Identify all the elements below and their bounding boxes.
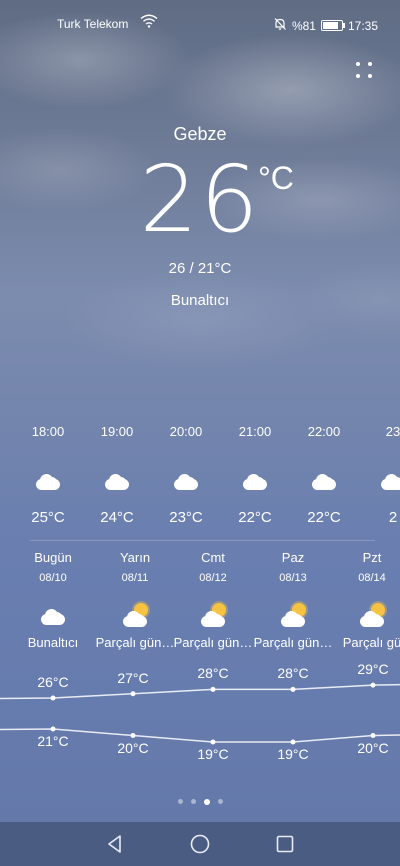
daily-item[interactable]: Yarın 08/11 Parçalı gün…	[93, 550, 177, 650]
high-temp-line-point	[370, 682, 376, 688]
low-temp-label: 20°C	[117, 739, 149, 756]
high-temp-label: 28°C	[277, 665, 309, 682]
cloud-part	[279, 610, 307, 628]
hourly-time: 20:00	[169, 424, 203, 439]
daily-item[interactable]: Bugün 08/10 Bunaltıcı	[11, 550, 95, 650]
battery-percent: %81	[291, 18, 316, 33]
daily-condition: Parçalı gün…	[253, 635, 333, 650]
hourly-item: 22:00 22°C	[294, 424, 354, 526]
page-dot	[217, 799, 223, 804]
daily-date: 08/13	[279, 572, 307, 584]
clock: 17:35	[347, 18, 378, 33]
hourly-item: 20:00 23°C	[156, 424, 216, 526]
hourly-temp: 25°C	[31, 509, 65, 526]
current-temperature-block: 26 °C	[0, 148, 400, 252]
low-temp-line-point	[50, 726, 56, 732]
divider	[30, 540, 375, 541]
navigation-bar	[0, 822, 400, 866]
home-button[interactable]	[189, 833, 211, 855]
status-bar: Turk Telekom %81 17:35	[0, 0, 400, 46]
daily-condition: Parçalı gün…	[95, 635, 175, 650]
high-temp-label: 28°C	[197, 665, 229, 682]
page-dot	[190, 799, 196, 804]
temperature-range: 26 / 21°C	[168, 260, 232, 277]
daily-day: Paz	[281, 550, 305, 565]
daily-day: Bugün	[34, 550, 72, 565]
daily-item[interactable]: Cmt 08/12 Parçalı gün…	[171, 550, 255, 650]
hourly-time: 18:00	[31, 424, 65, 439]
cloud-icon	[172, 473, 200, 491]
temperature-unit: °C	[258, 160, 294, 196]
high-temp-line-point	[290, 686, 296, 692]
hourly-item: 19:00 24°C	[87, 424, 147, 526]
mute-icon	[273, 17, 287, 34]
cloud-part	[358, 610, 386, 628]
current-temperature: 26	[139, 146, 261, 253]
hourly-item: 18:00 25°C	[18, 424, 78, 526]
cloud-icon	[39, 608, 67, 626]
low-temp-label: 21°C	[37, 733, 69, 749]
cloud-icon	[241, 473, 269, 491]
hourly-forecast[interactable]: 18:00 25°C 19:00 24°C 20:00 23°C 21:00 22°C 22:0…	[0, 424, 400, 544]
daily-day: Cmt	[201, 550, 225, 565]
low-temp-line-point	[130, 733, 136, 738]
city-name: Gebze	[173, 124, 227, 144]
low-temp-line-point	[370, 733, 376, 738]
daily-day: Pzt	[362, 550, 382, 565]
daily-day: Yarın	[119, 550, 151, 565]
daily-date: 08/12	[199, 572, 227, 584]
page-dot	[177, 799, 183, 804]
cloud-icon	[379, 473, 400, 491]
low-temp-line-point	[210, 739, 216, 745]
high-temp-label: 27°C	[117, 669, 149, 686]
high-temp-line-point	[130, 691, 136, 697]
low-temp-line-point	[290, 739, 296, 745]
cloud-icon	[310, 473, 338, 491]
daily-date: 08/14	[358, 572, 386, 584]
battery-icon	[320, 20, 345, 31]
daily-item[interactable]: Paz 08/13 Parçalı gün…	[251, 550, 335, 650]
back-button[interactable]	[104, 833, 126, 855]
partly-sunny-icon	[121, 602, 151, 628]
cloud-icon	[103, 473, 131, 491]
hourly-time: 22:00	[307, 424, 341, 439]
hourly-temp: 22°C	[307, 509, 341, 526]
hourly-time: 23	[385, 424, 400, 439]
daily-date: 08/11	[121, 572, 149, 584]
low-temp-label: 19°C	[277, 746, 309, 762]
daily-condition: Parçalı gün…	[173, 635, 253, 650]
hourly-item: 21:00 22°C	[225, 424, 285, 526]
hourly-temp: 2	[388, 509, 398, 526]
daily-condition: Parçalı gü	[342, 635, 400, 650]
high-temp-line-point	[210, 686, 216, 692]
cloud-part	[199, 610, 227, 628]
wifi-icon	[140, 14, 158, 31]
high-temp-label: 26°C	[37, 674, 69, 690]
page-indicator	[0, 798, 400, 805]
partly-sunny-icon	[358, 602, 388, 628]
low-temp-label: 19°C	[197, 746, 229, 762]
daily-item[interactable]: Pzt 08/14 Parçalı gü	[330, 550, 400, 650]
hourly-time: 21:00	[238, 424, 272, 439]
daily-date: 08/10	[39, 572, 67, 584]
page-dot	[203, 798, 210, 805]
cloud-part	[121, 610, 149, 628]
low-temp-label: 20°C	[357, 739, 389, 756]
partly-sunny-icon	[279, 602, 309, 628]
high-temp-line-point	[50, 695, 56, 701]
partly-sunny-icon	[199, 602, 229, 628]
hourly-time: 19:00	[100, 424, 134, 439]
hourly-temp: 22°C	[238, 509, 272, 526]
high-temp-label: 29°C	[357, 661, 389, 678]
temperature-chart: 26°C 21°C 27°C 20°C 28°C 19°C 28°C 19°C 29°C 20°C	[0, 655, 400, 775]
carrier-name: Turk Telekom	[57, 17, 129, 31]
current-condition: Bunaltıcı	[170, 292, 230, 309]
daily-condition: Bunaltıcı	[27, 635, 79, 650]
cloud-icon	[34, 473, 62, 491]
recents-button[interactable]	[274, 833, 296, 855]
hourly-temp: 23°C	[169, 509, 203, 526]
hourly-item: 23 2	[363, 424, 400, 526]
hourly-temp: 24°C	[100, 509, 134, 526]
more-options-button[interactable]	[352, 58, 376, 82]
